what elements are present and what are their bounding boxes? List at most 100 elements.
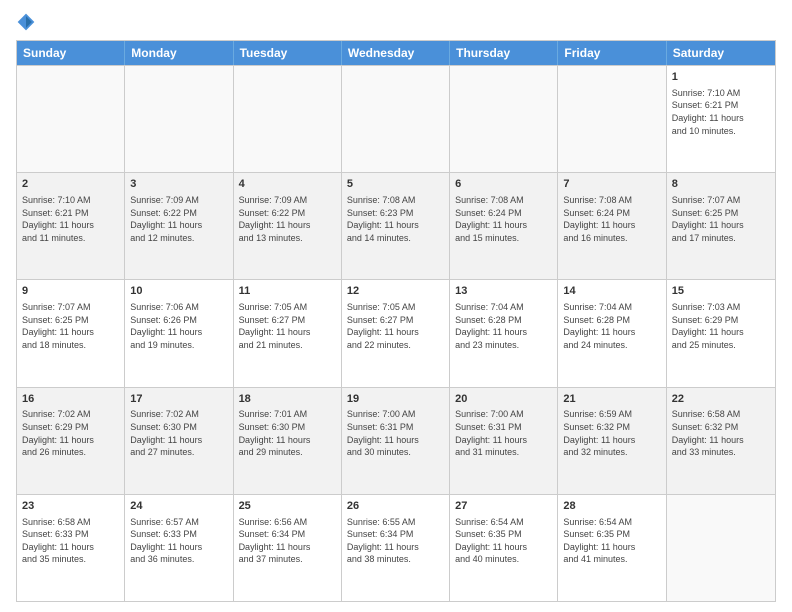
day-number: 4 <box>239 177 336 192</box>
calendar-row: 1 Sunrise: 7:10 AM Sunset: 6:21 PM Daylig… <box>17 65 775 172</box>
day-info: Sunrise: 7:05 AM Sunset: 6:27 PM Dayligh… <box>239 301 336 351</box>
calendar-row: 9 Sunrise: 7:07 AM Sunset: 6:25 PM Daylig… <box>17 279 775 386</box>
day-number: 19 <box>347 392 444 407</box>
day-number: 17 <box>130 392 227 407</box>
day-number: 10 <box>130 284 227 299</box>
calendar-cell: 16Sunrise: 7:02 AM Sunset: 6:29 PM Dayli… <box>17 388 125 494</box>
calendar-body: 1 Sunrise: 7:10 AM Sunset: 6:21 PM Daylig… <box>17 65 775 601</box>
day-info: Sunrise: 7:06 AM Sunset: 6:26 PM Dayligh… <box>130 301 227 351</box>
calendar-cell: 9 Sunrise: 7:07 AM Sunset: 6:25 PM Daylig… <box>17 280 125 386</box>
day-info: Sunrise: 7:07 AM Sunset: 6:25 PM Dayligh… <box>672 194 770 244</box>
day-info: Sunrise: 7:05 AM Sunset: 6:27 PM Dayligh… <box>347 301 444 351</box>
day-info: Sunrise: 7:02 AM Sunset: 6:29 PM Dayligh… <box>22 408 119 458</box>
day-number: 15 <box>672 284 770 299</box>
weekday-header: Thursday <box>450 41 558 65</box>
calendar-cell <box>125 66 233 172</box>
day-number: 11 <box>239 284 336 299</box>
calendar-cell: 11 Sunrise: 7:05 AM Sunset: 6:27 PM Dayli… <box>234 280 342 386</box>
calendar: SundayMondayTuesdayWednesdayThursdayFrid… <box>16 40 776 602</box>
day-info: Sunrise: 6:56 AM Sunset: 6:34 PM Dayligh… <box>239 516 336 566</box>
calendar-cell: 19Sunrise: 7:00 AM Sunset: 6:31 PM Dayli… <box>342 388 450 494</box>
day-number: 2 <box>22 177 119 192</box>
calendar-cell: 7 Sunrise: 7:08 AM Sunset: 6:24 PM Daylig… <box>558 173 666 279</box>
day-info: Sunrise: 7:10 AM Sunset: 6:21 PM Dayligh… <box>672 87 770 137</box>
calendar-cell: 12 Sunrise: 7:05 AM Sunset: 6:27 PM Dayli… <box>342 280 450 386</box>
day-info: Sunrise: 7:08 AM Sunset: 6:23 PM Dayligh… <box>347 194 444 244</box>
day-number: 8 <box>672 177 770 192</box>
weekday-header: Saturday <box>667 41 775 65</box>
calendar-cell <box>234 66 342 172</box>
calendar-cell: 13 Sunrise: 7:04 AM Sunset: 6:28 PM Dayli… <box>450 280 558 386</box>
day-number: 26 <box>347 499 444 514</box>
calendar-header: SundayMondayTuesdayWednesdayThursdayFrid… <box>17 41 775 65</box>
day-info: Sunrise: 7:09 AM Sunset: 6:22 PM Dayligh… <box>130 194 227 244</box>
calendar-cell: 25Sunrise: 6:56 AM Sunset: 6:34 PM Dayli… <box>234 495 342 601</box>
calendar-cell <box>342 66 450 172</box>
day-info: Sunrise: 7:08 AM Sunset: 6:24 PM Dayligh… <box>563 194 660 244</box>
calendar-cell: 20Sunrise: 7:00 AM Sunset: 6:31 PM Dayli… <box>450 388 558 494</box>
day-info: Sunrise: 6:57 AM Sunset: 6:33 PM Dayligh… <box>130 516 227 566</box>
day-number: 1 <box>672 70 770 85</box>
calendar-cell <box>17 66 125 172</box>
calendar-cell: 18Sunrise: 7:01 AM Sunset: 6:30 PM Dayli… <box>234 388 342 494</box>
day-number: 23 <box>22 499 119 514</box>
day-info: Sunrise: 6:58 AM Sunset: 6:33 PM Dayligh… <box>22 516 119 566</box>
calendar-row: 16Sunrise: 7:02 AM Sunset: 6:29 PM Dayli… <box>17 387 775 494</box>
day-info: Sunrise: 7:03 AM Sunset: 6:29 PM Dayligh… <box>672 301 770 351</box>
day-number: 3 <box>130 177 227 192</box>
day-number: 22 <box>672 392 770 407</box>
weekday-header: Monday <box>125 41 233 65</box>
weekday-header: Tuesday <box>234 41 342 65</box>
day-number: 20 <box>455 392 552 407</box>
calendar-cell: 26Sunrise: 6:55 AM Sunset: 6:34 PM Dayli… <box>342 495 450 601</box>
calendar-cell: 17Sunrise: 7:02 AM Sunset: 6:30 PM Dayli… <box>125 388 233 494</box>
day-number: 6 <box>455 177 552 192</box>
calendar-cell: 22Sunrise: 6:58 AM Sunset: 6:32 PM Dayli… <box>667 388 775 494</box>
day-info: Sunrise: 6:59 AM Sunset: 6:32 PM Dayligh… <box>563 408 660 458</box>
day-number: 14 <box>563 284 660 299</box>
logo <box>16 12 40 32</box>
day-number: 12 <box>347 284 444 299</box>
calendar-cell: 28 Sunrise: 6:54 AM Sunset: 6:35 PM Dayli… <box>558 495 666 601</box>
calendar-cell: 23 Sunrise: 6:58 AM Sunset: 6:33 PM Dayli… <box>17 495 125 601</box>
day-info: Sunrise: 7:00 AM Sunset: 6:31 PM Dayligh… <box>455 408 552 458</box>
calendar-cell: 4 Sunrise: 7:09 AM Sunset: 6:22 PM Daylig… <box>234 173 342 279</box>
day-info: Sunrise: 7:09 AM Sunset: 6:22 PM Dayligh… <box>239 194 336 244</box>
calendar-cell: 6 Sunrise: 7:08 AM Sunset: 6:24 PM Daylig… <box>450 173 558 279</box>
day-number: 21 <box>563 392 660 407</box>
calendar-cell <box>667 495 775 601</box>
calendar-cell: 8 Sunrise: 7:07 AM Sunset: 6:25 PM Daylig… <box>667 173 775 279</box>
day-number: 27 <box>455 499 552 514</box>
header <box>16 12 776 32</box>
calendar-cell <box>450 66 558 172</box>
day-number: 18 <box>239 392 336 407</box>
day-info: Sunrise: 7:10 AM Sunset: 6:21 PM Dayligh… <box>22 194 119 244</box>
day-info: Sunrise: 6:54 AM Sunset: 6:35 PM Dayligh… <box>563 516 660 566</box>
day-number: 24 <box>130 499 227 514</box>
calendar-cell: 5Sunrise: 7:08 AM Sunset: 6:23 PM Daylig… <box>342 173 450 279</box>
day-number: 28 <box>563 499 660 514</box>
calendar-cell: 14 Sunrise: 7:04 AM Sunset: 6:28 PM Dayli… <box>558 280 666 386</box>
calendar-cell <box>558 66 666 172</box>
day-number: 13 <box>455 284 552 299</box>
day-number: 7 <box>563 177 660 192</box>
day-number: 16 <box>22 392 119 407</box>
day-info: Sunrise: 7:01 AM Sunset: 6:30 PM Dayligh… <box>239 408 336 458</box>
calendar-cell: 27Sunrise: 6:54 AM Sunset: 6:35 PM Dayli… <box>450 495 558 601</box>
day-number: 9 <box>22 284 119 299</box>
weekday-header: Sunday <box>17 41 125 65</box>
day-info: Sunrise: 7:04 AM Sunset: 6:28 PM Dayligh… <box>455 301 552 351</box>
calendar-row: 2 Sunrise: 7:10 AM Sunset: 6:21 PM Daylig… <box>17 172 775 279</box>
day-info: Sunrise: 7:04 AM Sunset: 6:28 PM Dayligh… <box>563 301 660 351</box>
calendar-cell: 10 Sunrise: 7:06 AM Sunset: 6:26 PM Dayli… <box>125 280 233 386</box>
calendar-cell: 21Sunrise: 6:59 AM Sunset: 6:32 PM Dayli… <box>558 388 666 494</box>
calendar-cell: 2 Sunrise: 7:10 AM Sunset: 6:21 PM Daylig… <box>17 173 125 279</box>
weekday-header: Wednesday <box>342 41 450 65</box>
day-info: Sunrise: 7:08 AM Sunset: 6:24 PM Dayligh… <box>455 194 552 244</box>
calendar-row: 23 Sunrise: 6:58 AM Sunset: 6:33 PM Dayli… <box>17 494 775 601</box>
calendar-cell: 1 Sunrise: 7:10 AM Sunset: 6:21 PM Daylig… <box>667 66 775 172</box>
calendar-cell: 3 Sunrise: 7:09 AM Sunset: 6:22 PM Daylig… <box>125 173 233 279</box>
calendar-cell: 15 Sunrise: 7:03 AM Sunset: 6:29 PM Dayli… <box>667 280 775 386</box>
day-info: Sunrise: 7:02 AM Sunset: 6:30 PM Dayligh… <box>130 408 227 458</box>
day-info: Sunrise: 7:07 AM Sunset: 6:25 PM Dayligh… <box>22 301 119 351</box>
